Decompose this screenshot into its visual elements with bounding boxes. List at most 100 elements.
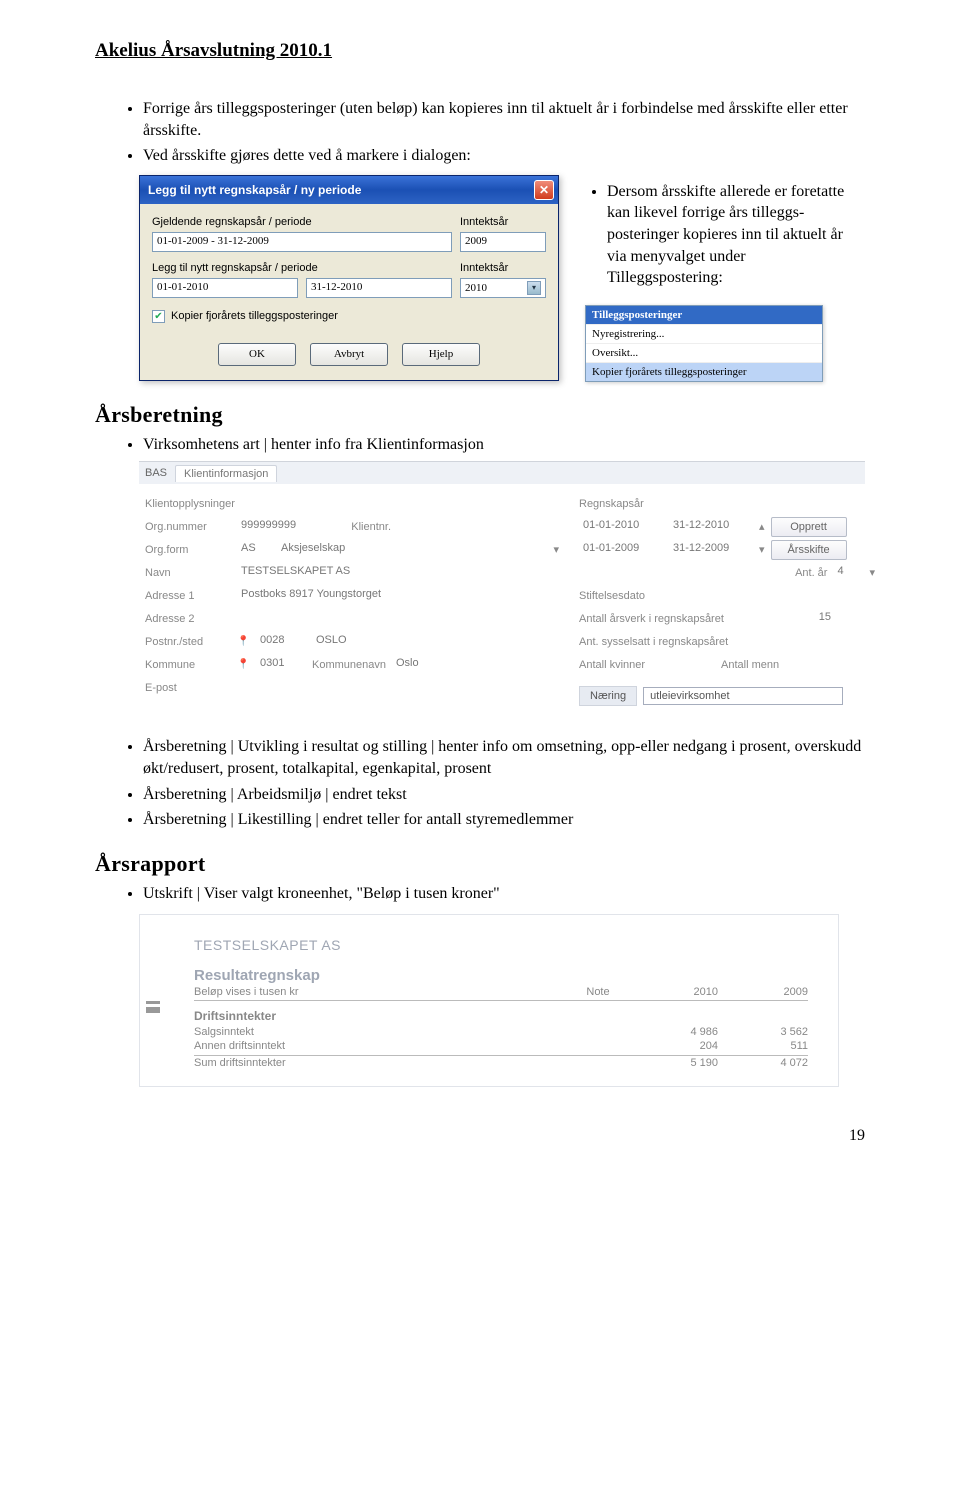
cell: Salgsinntekt <box>194 1026 568 1038</box>
label: Adresse 1 <box>145 590 231 602</box>
menu-item-oversikt[interactable]: Oversikt... <box>586 343 822 362</box>
naering-tab[interactable]: Næring <box>579 686 637 706</box>
copy-checkbox[interactable]: ✔ <box>152 310 165 323</box>
arsskifte-button[interactable]: Årsskifte <box>771 540 847 560</box>
select-value: 2010 <box>465 282 487 294</box>
date-input[interactable]: 01-01-2010 <box>579 518 663 536</box>
report-preview: TESTSELSKAPET AS Resultatregnskap Beløp … <box>139 914 839 1087</box>
text: Utskrift | Viser valgt kroneenhet, "Belø… <box>143 883 865 905</box>
current-period-input[interactable]: 01-01-2009 - 31-12-2009 <box>152 232 452 252</box>
navn-input[interactable]: TESTSELSKAPET AS <box>237 564 559 582</box>
text: Virksomhetens art | henter info fra Klie… <box>143 434 865 456</box>
text: Årsberetning | Arbeidsmiljø | endret tek… <box>143 784 865 806</box>
cell: 511 <box>718 1040 808 1052</box>
cell: 3 562 <box>718 1026 808 1038</box>
dialog-side-column: Dersom årsskifte allerede er foretatte k… <box>585 181 865 382</box>
label: Antall årsverk i regnskapsåret <box>579 613 779 625</box>
scroll-down-icon[interactable]: ▾ <box>759 543 765 556</box>
label: Adresse 2 <box>145 613 231 625</box>
close-icon[interactable]: ✕ <box>534 180 554 200</box>
report-subtitle: Beløp vises i tusen kr <box>194 986 568 998</box>
label: Stiftelsesdato <box>579 590 779 602</box>
orgform-code[interactable]: AS <box>237 541 271 559</box>
dialog-title: Legg til nytt regnskapsår / ny periode <box>148 183 361 197</box>
table-row: Annen driftsinntekt 204 511 <box>194 1039 808 1053</box>
adresse2-input[interactable] <box>237 610 559 628</box>
heading: Klientopplysninger <box>145 498 235 510</box>
chevron-down-icon[interactable]: ▾ <box>869 566 875 579</box>
heading: Regnskapsår <box>579 498 644 510</box>
label: Ant. sysselsatt i regnskapsåret <box>579 636 779 648</box>
klientinformasjon-panel: BAS Klientinformasjon Klientopplysninger… <box>139 461 865 718</box>
label: Org.nummer <box>145 521 231 533</box>
klientnr-input[interactable] <box>397 518 487 536</box>
intro-bullets: Forrige års tilleggsposteringer (uten be… <box>95 98 865 167</box>
text: Årsberetning | Utvikling i resultat og s… <box>143 736 865 779</box>
stiftelsesdato-input[interactable] <box>785 587 875 605</box>
pin-icon[interactable]: 📍 <box>237 659 250 670</box>
orgform-name: Aksjeselskap <box>277 541 547 559</box>
cell: 4 072 <box>718 1057 808 1069</box>
arsverk-input[interactable]: 15 <box>785 610 835 628</box>
label: Inntektsår <box>460 216 546 228</box>
adresse1-input[interactable]: Postboks 8917 Youngstorget <box>237 587 559 605</box>
menu-item-nyregistrering[interactable]: Nyregistrering... <box>586 324 822 343</box>
date-input[interactable]: 01-01-2009 <box>579 541 663 559</box>
sysselsatt-input[interactable] <box>785 633 835 651</box>
menu-item-kopier[interactable]: Kopier fjorårets tilleggsposteringer <box>586 362 822 381</box>
page-number: 19 <box>95 1127 865 1145</box>
company-name: TESTSELSKAPET AS <box>194 937 808 953</box>
cell: Annen driftsinntekt <box>194 1040 568 1052</box>
cell: 204 <box>628 1040 718 1052</box>
help-button[interactable]: Hjelp <box>402 343 480 366</box>
menn-input[interactable] <box>807 656 847 674</box>
opprett-button[interactable]: Opprett <box>771 517 847 537</box>
tab-klientinformasjon[interactable]: Klientinformasjon <box>175 465 277 482</box>
text: Dersom årsskifte allerede er foretatte k… <box>607 181 865 289</box>
ok-button[interactable]: OK <box>218 343 296 366</box>
kommunenavn-input[interactable]: Oslo <box>392 656 559 674</box>
year-select[interactable]: 2010 ▾ <box>460 278 546 298</box>
label: Kommunenavn <box>312 659 386 671</box>
postnr-input[interactable]: 0028 <box>256 633 306 651</box>
text: Ved årsskifte gjøres dette ved å markere… <box>143 145 865 167</box>
text: Årsberetning | Likestilling | endret tel… <box>143 809 865 831</box>
cell: Sum driftsinntekter <box>194 1057 568 1069</box>
chevron-down-icon: ▾ <box>527 281 541 295</box>
from-date-input[interactable]: 01-01-2010 <box>152 278 298 298</box>
dialog-titlebar: Legg til nytt regnskapsår / ny periode ✕ <box>140 176 558 204</box>
naering-input[interactable]: utleievirksomhet <box>643 687 843 705</box>
cell: 4 986 <box>628 1026 718 1038</box>
antar-select[interactable]: 4 <box>833 564 863 582</box>
cancel-button[interactable]: Avbryt <box>310 343 388 366</box>
date-input[interactable]: 31-12-2010 <box>669 518 753 536</box>
report-title: Resultatregnskap <box>194 967 808 984</box>
pin-icon[interactable]: 📍 <box>237 636 250 647</box>
drag-handle-icon[interactable] <box>146 1001 160 1013</box>
cell: 5 190 <box>628 1057 718 1069</box>
add-year-dialog: Legg til nytt regnskapsår / ny periode ✕… <box>139 175 559 381</box>
to-date-input[interactable]: 31-12-2010 <box>306 278 452 298</box>
label: Postnr./sted <box>145 636 231 648</box>
bas-label: BAS <box>145 467 167 479</box>
orgnr-input[interactable]: 999999999 <box>237 518 325 536</box>
section-aarsberetning: Årsberetning <box>95 402 865 428</box>
col-year2: 2009 <box>718 986 808 998</box>
kommune-input[interactable]: 0301 <box>256 656 306 674</box>
epost-input[interactable] <box>237 679 559 697</box>
kvinner-input[interactable] <box>675 656 715 674</box>
label: E-post <box>145 682 231 694</box>
year-input[interactable]: 2009 <box>460 232 546 252</box>
label: Legg til nytt regnskapsår / periode <box>152 262 452 274</box>
label: Gjeldende regnskapsår / periode <box>152 216 452 228</box>
scroll-up-icon[interactable]: ▴ <box>759 520 765 533</box>
date-input[interactable]: 31-12-2009 <box>669 541 753 559</box>
label: Klientnr. <box>331 521 391 533</box>
tilleggsposteringer-menu: Tilleggsposteringer Nyregistrering... Ov… <box>585 305 823 382</box>
label: Kommune <box>145 659 231 671</box>
section-aarsrapport: Årsrapport <box>95 851 865 877</box>
table-row-sum: Sum driftsinntekter 5 190 4 072 <box>194 1055 808 1070</box>
menu-header: Tilleggsposteringer <box>586 306 822 324</box>
chevron-down-icon[interactable]: ▾ <box>553 543 559 556</box>
sted-input[interactable]: OSLO <box>312 633 559 651</box>
